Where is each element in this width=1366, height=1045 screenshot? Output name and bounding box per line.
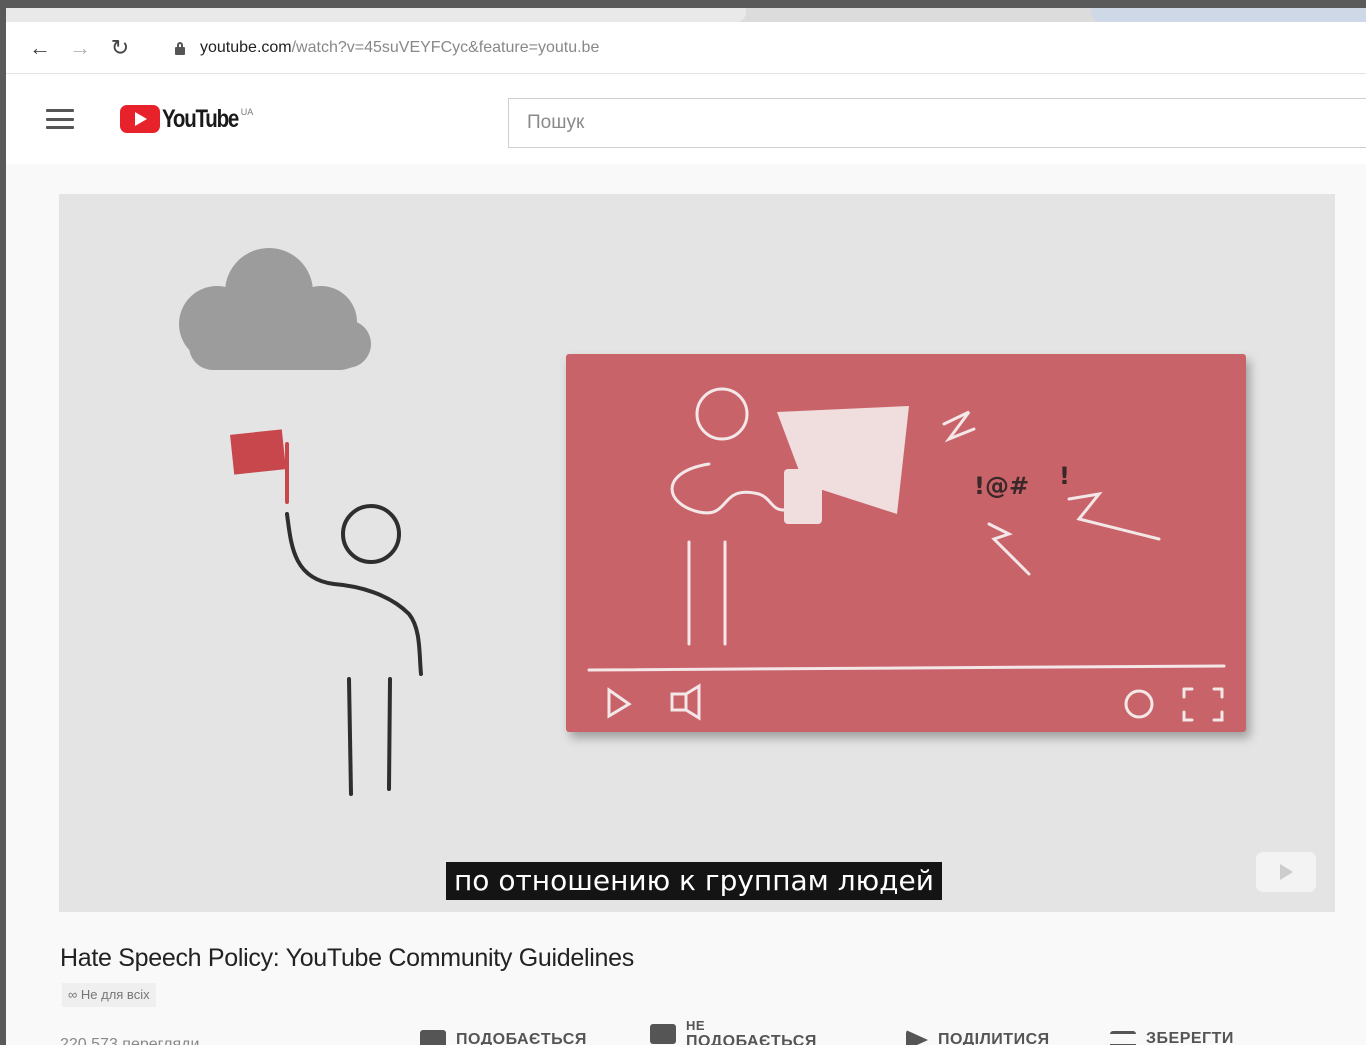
svg-text:!@#: !@# <box>974 472 1029 500</box>
reload-icon[interactable]: ↻ <box>100 28 140 68</box>
forward-icon[interactable]: → <box>60 28 100 68</box>
search-box[interactable] <box>508 98 1366 148</box>
thumbs-up-icon <box>420 1030 446 1045</box>
hamburger-menu-icon[interactable] <box>46 109 74 129</box>
logo-text: YouTube <box>162 104 239 133</box>
share-button[interactable]: ПОДІЛИТИСЯ <box>906 1030 1050 1045</box>
search-input[interactable] <box>527 112 1366 134</box>
background-tab[interactable] <box>1091 8 1366 22</box>
subtitle-caption: по отношению к группам людей <box>446 862 942 900</box>
dislike-label-bottom: ПОДОБАЄТЬСЯ <box>686 1033 817 1045</box>
video-player[interactable]: !@# ! по отношению к группам людей <box>59 194 1335 912</box>
lock-icon <box>172 40 188 56</box>
like-label: ПОДОБАЄТЬСЯ <box>456 1031 587 1045</box>
tab-strip <box>6 8 1366 22</box>
youtube-logo[interactable]: YouTube UA <box>120 105 253 134</box>
back-icon[interactable]: ← <box>20 28 60 68</box>
thumbs-down-icon <box>650 1024 676 1044</box>
browser-window: ← → ↻ youtube.com/watch?v=45suVEYFCyc&fe… <box>6 8 1366 1045</box>
active-tab[interactable] <box>6 8 746 22</box>
svg-text:!: ! <box>1059 462 1070 490</box>
save-label: ЗБЕРЕГТИ <box>1146 1030 1234 1045</box>
share-icon <box>906 1030 928 1045</box>
dislike-button[interactable]: НЕ ПОДОБАЄТЬСЯ <box>650 1018 817 1045</box>
save-button[interactable]: ЗБЕРЕГТИ <box>1110 1030 1234 1045</box>
view-count: 220 573 перегляди <box>60 1036 200 1045</box>
rating-badge: ∞ Не для всіх <box>62 983 156 1007</box>
url-path: /watch?v=45suVEYFCyc&feature=youtu.be <box>291 38 600 56</box>
more-options-icon[interactable]: ... <box>1296 1036 1319 1045</box>
logo-region: UA <box>240 107 254 117</box>
share-label: ПОДІЛИТИСЯ <box>938 1031 1050 1045</box>
dislike-label-top: НЕ <box>686 1018 706 1033</box>
address-bar[interactable]: youtube.com/watch?v=45suVEYFCyc&feature=… <box>162 31 1342 65</box>
like-button[interactable]: ПОДОБАЄТЬСЯ <box>420 1030 587 1045</box>
video-frame: !@# ! <box>59 194 1335 912</box>
youtube-play-icon <box>120 105 160 133</box>
browser-toolbar: ← → ↻ youtube.com/watch?v=45suVEYFCyc&fe… <box>6 22 1366 74</box>
youtube-header: YouTube UA <box>6 74 1366 164</box>
youtube-watermark-icon[interactable] <box>1256 852 1316 892</box>
video-title: Hate Speech Policy: YouTube Community Gu… <box>60 944 634 972</box>
video-meta-row: 220 573 перегляди ПОДОБАЄТЬСЯ НЕ ПОДОБАЄ… <box>6 1018 1366 1045</box>
url-host: youtube.com <box>200 38 292 56</box>
playlist-add-icon <box>1110 1031 1136 1045</box>
